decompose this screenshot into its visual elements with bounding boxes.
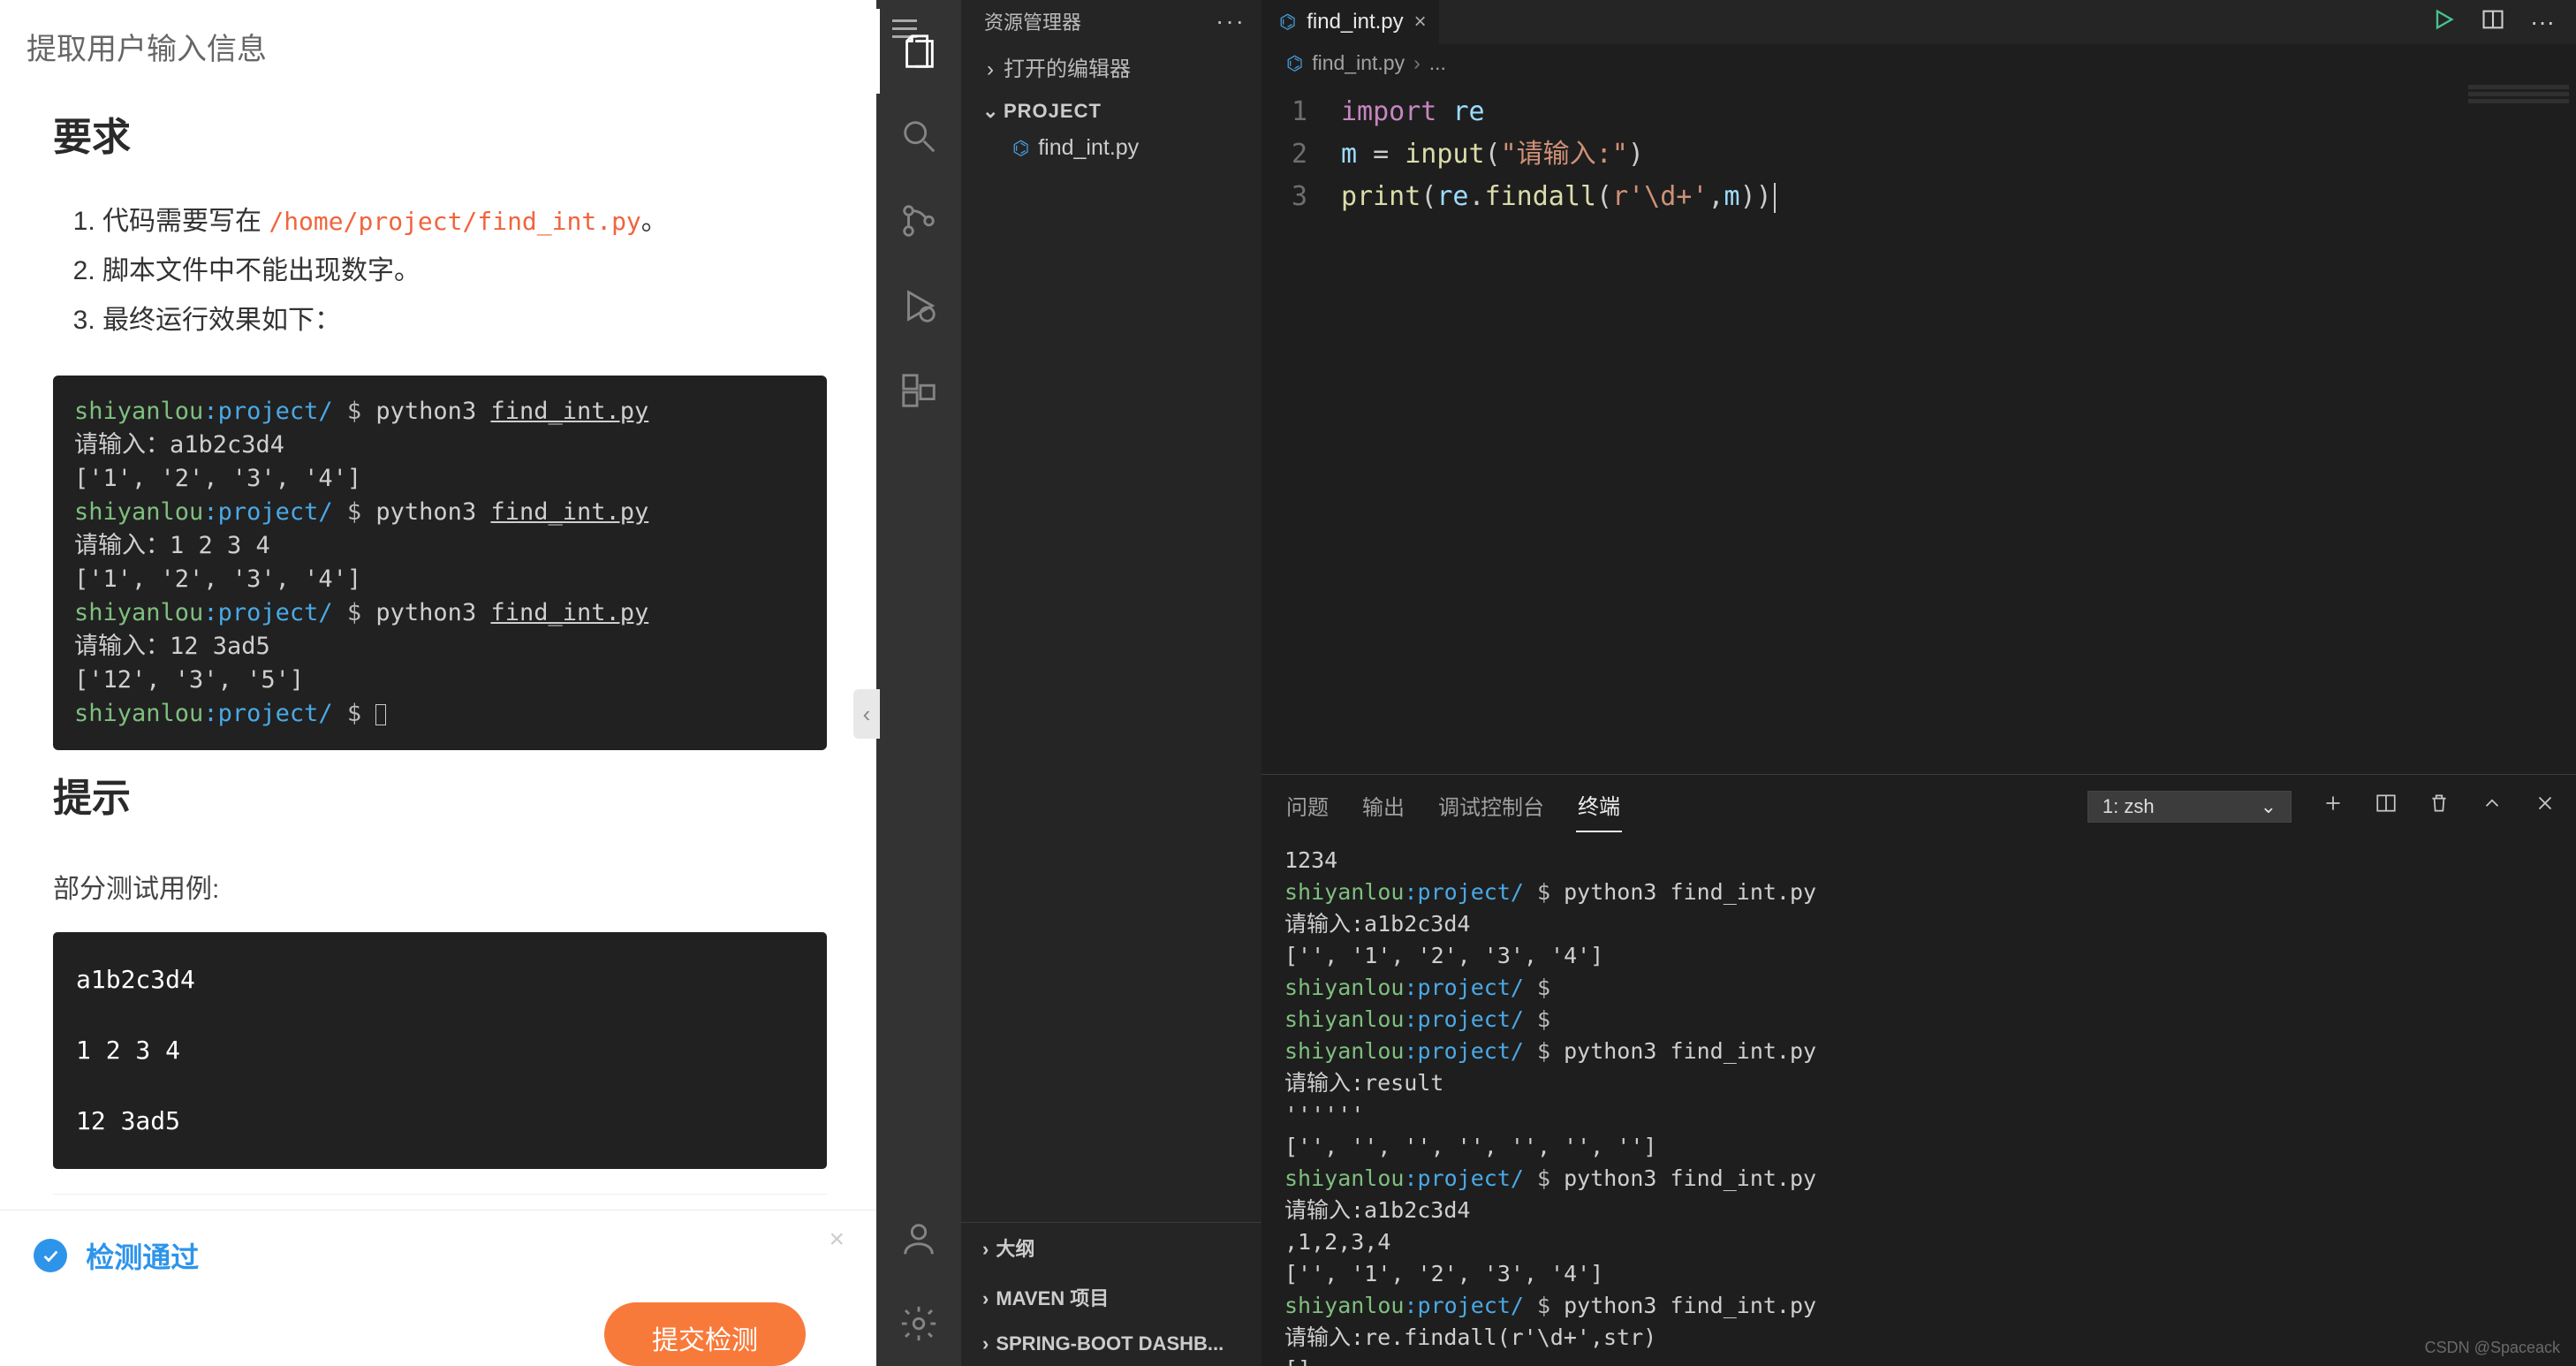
page-title: 提取用户输入信息 <box>0 0 876 89</box>
maven-section[interactable]: ›MAVEN 项目 <box>961 1272 1261 1322</box>
trash-icon[interactable] <box>2428 792 2451 821</box>
account-icon[interactable] <box>876 1196 961 1281</box>
outline-section[interactable]: ›大纲 <box>961 1223 1261 1272</box>
check-icon <box>34 1239 67 1272</box>
panel-tab-3[interactable]: 终端 <box>1576 780 1622 832</box>
pass-banner: 检测通过 × <box>0 1210 876 1276</box>
more-icon[interactable]: ··· <box>1216 7 1246 35</box>
requirements-list: 代码需要写在 /home/project/find_int.py。脚本文件中不能… <box>102 197 827 345</box>
pass-text: 检测通过 <box>86 1241 199 1273</box>
panel-tabs: 问题输出调试控制台终端 1: zsh ⌄ <box>1261 775 2576 832</box>
files-icon[interactable] <box>876 9 961 94</box>
stats-text: 总通过次数: 12 | 总提交次数: 12 | 通过率: 100% <box>53 1194 827 1210</box>
requirement-item: 最终运行效果如下： <box>102 296 827 345</box>
new-terminal-icon[interactable] <box>2322 792 2345 821</box>
instructions-panel: 提取用户输入信息 要求 代码需要写在 /home/project/find_in… <box>0 0 876 1366</box>
submit-button[interactable]: 提交检测 <box>604 1302 806 1366</box>
minimap[interactable] <box>2461 82 2576 774</box>
requirement-item: 脚本文件中不能出现数字。 <box>102 247 827 296</box>
more-icon[interactable]: ··· <box>2530 8 2555 36</box>
chevron-up-icon[interactable] <box>2481 792 2504 821</box>
run-icon[interactable] <box>2431 7 2456 38</box>
tab-find-int-py[interactable]: ⌬ find_int.py × <box>1261 0 1439 44</box>
panel-tab-0[interactable]: 问题 <box>1284 781 1330 831</box>
debug-icon[interactable] <box>876 263 961 348</box>
example-terminal: shiyanlou:project/ $ python3 find_int.py… <box>53 376 827 750</box>
testcase-box: a1b2c3d4 1 2 3 4 12 3ad5 <box>53 932 827 1169</box>
code-editor[interactable]: 123 import rem = input("请输入:")print(re.f… <box>1261 82 2576 774</box>
split-terminal-icon[interactable] <box>2375 792 2398 821</box>
terminal-selector[interactable]: 1: zsh ⌄ <box>2087 791 2292 823</box>
split-editor-icon[interactable] <box>2481 7 2505 38</box>
springboot-section[interactable]: ›SPRING-BOOT DASHB... <box>961 1322 1261 1366</box>
vscode-editor: 资源管理器 ··· ›打开的编辑器 ⌄PROJECT ⌬find_int.py … <box>876 0 2576 1366</box>
watermark: CSDN @Spaceack <box>2425 1339 2560 1357</box>
python-icon: ⌬ <box>1279 11 1296 34</box>
editor-tabs: ⌬ find_int.py × ··· <box>1261 0 2576 44</box>
activity-bar <box>876 0 961 1366</box>
project-section[interactable]: ⌄PROJECT <box>961 91 1261 132</box>
chevron-down-icon: ⌄ <box>2261 795 2277 818</box>
file-find-int-py[interactable]: ⌬find_int.py <box>961 132 1261 164</box>
close-panel-icon[interactable] <box>2534 792 2557 821</box>
python-icon: ⌬ <box>1012 137 1029 160</box>
extensions-icon[interactable] <box>876 348 961 433</box>
requirements-heading: 要求 <box>53 105 827 162</box>
bottom-panel: 问题输出调试控制台终端 1: zsh ⌄ 1234 shiyanlou:proj… <box>1261 774 2576 1366</box>
close-icon[interactable]: × <box>829 1225 845 1255</box>
sidebar-explorer: 资源管理器 ··· ›打开的编辑器 ⌄PROJECT ⌬find_int.py … <box>961 0 1261 1366</box>
explorer-title: 资源管理器 <box>984 7 1081 35</box>
hint-heading: 提示 <box>53 766 827 823</box>
requirement-item: 代码需要写在 /home/project/find_int.py。 <box>102 197 827 247</box>
collapse-handle[interactable]: ‹ <box>853 689 880 739</box>
close-tab-icon[interactable]: × <box>1414 10 1427 34</box>
gear-icon[interactable] <box>876 1281 961 1366</box>
open-editors-section[interactable]: ›打开的编辑器 <box>961 42 1261 91</box>
panel-tab-1[interactable]: 输出 <box>1360 781 1406 831</box>
breadcrumb[interactable]: ⌬ find_int.py › ... <box>1261 44 2576 82</box>
panel-tab-2[interactable]: 调试控制台 <box>1436 781 1546 831</box>
git-icon[interactable] <box>876 178 961 263</box>
terminal-output[interactable]: 1234 shiyanlou:project/ $ python3 find_i… <box>1261 832 2576 1366</box>
search-icon[interactable] <box>876 94 961 178</box>
testcase-label: 部分测试用例: <box>53 867 827 906</box>
python-icon: ⌬ <box>1286 52 1303 75</box>
